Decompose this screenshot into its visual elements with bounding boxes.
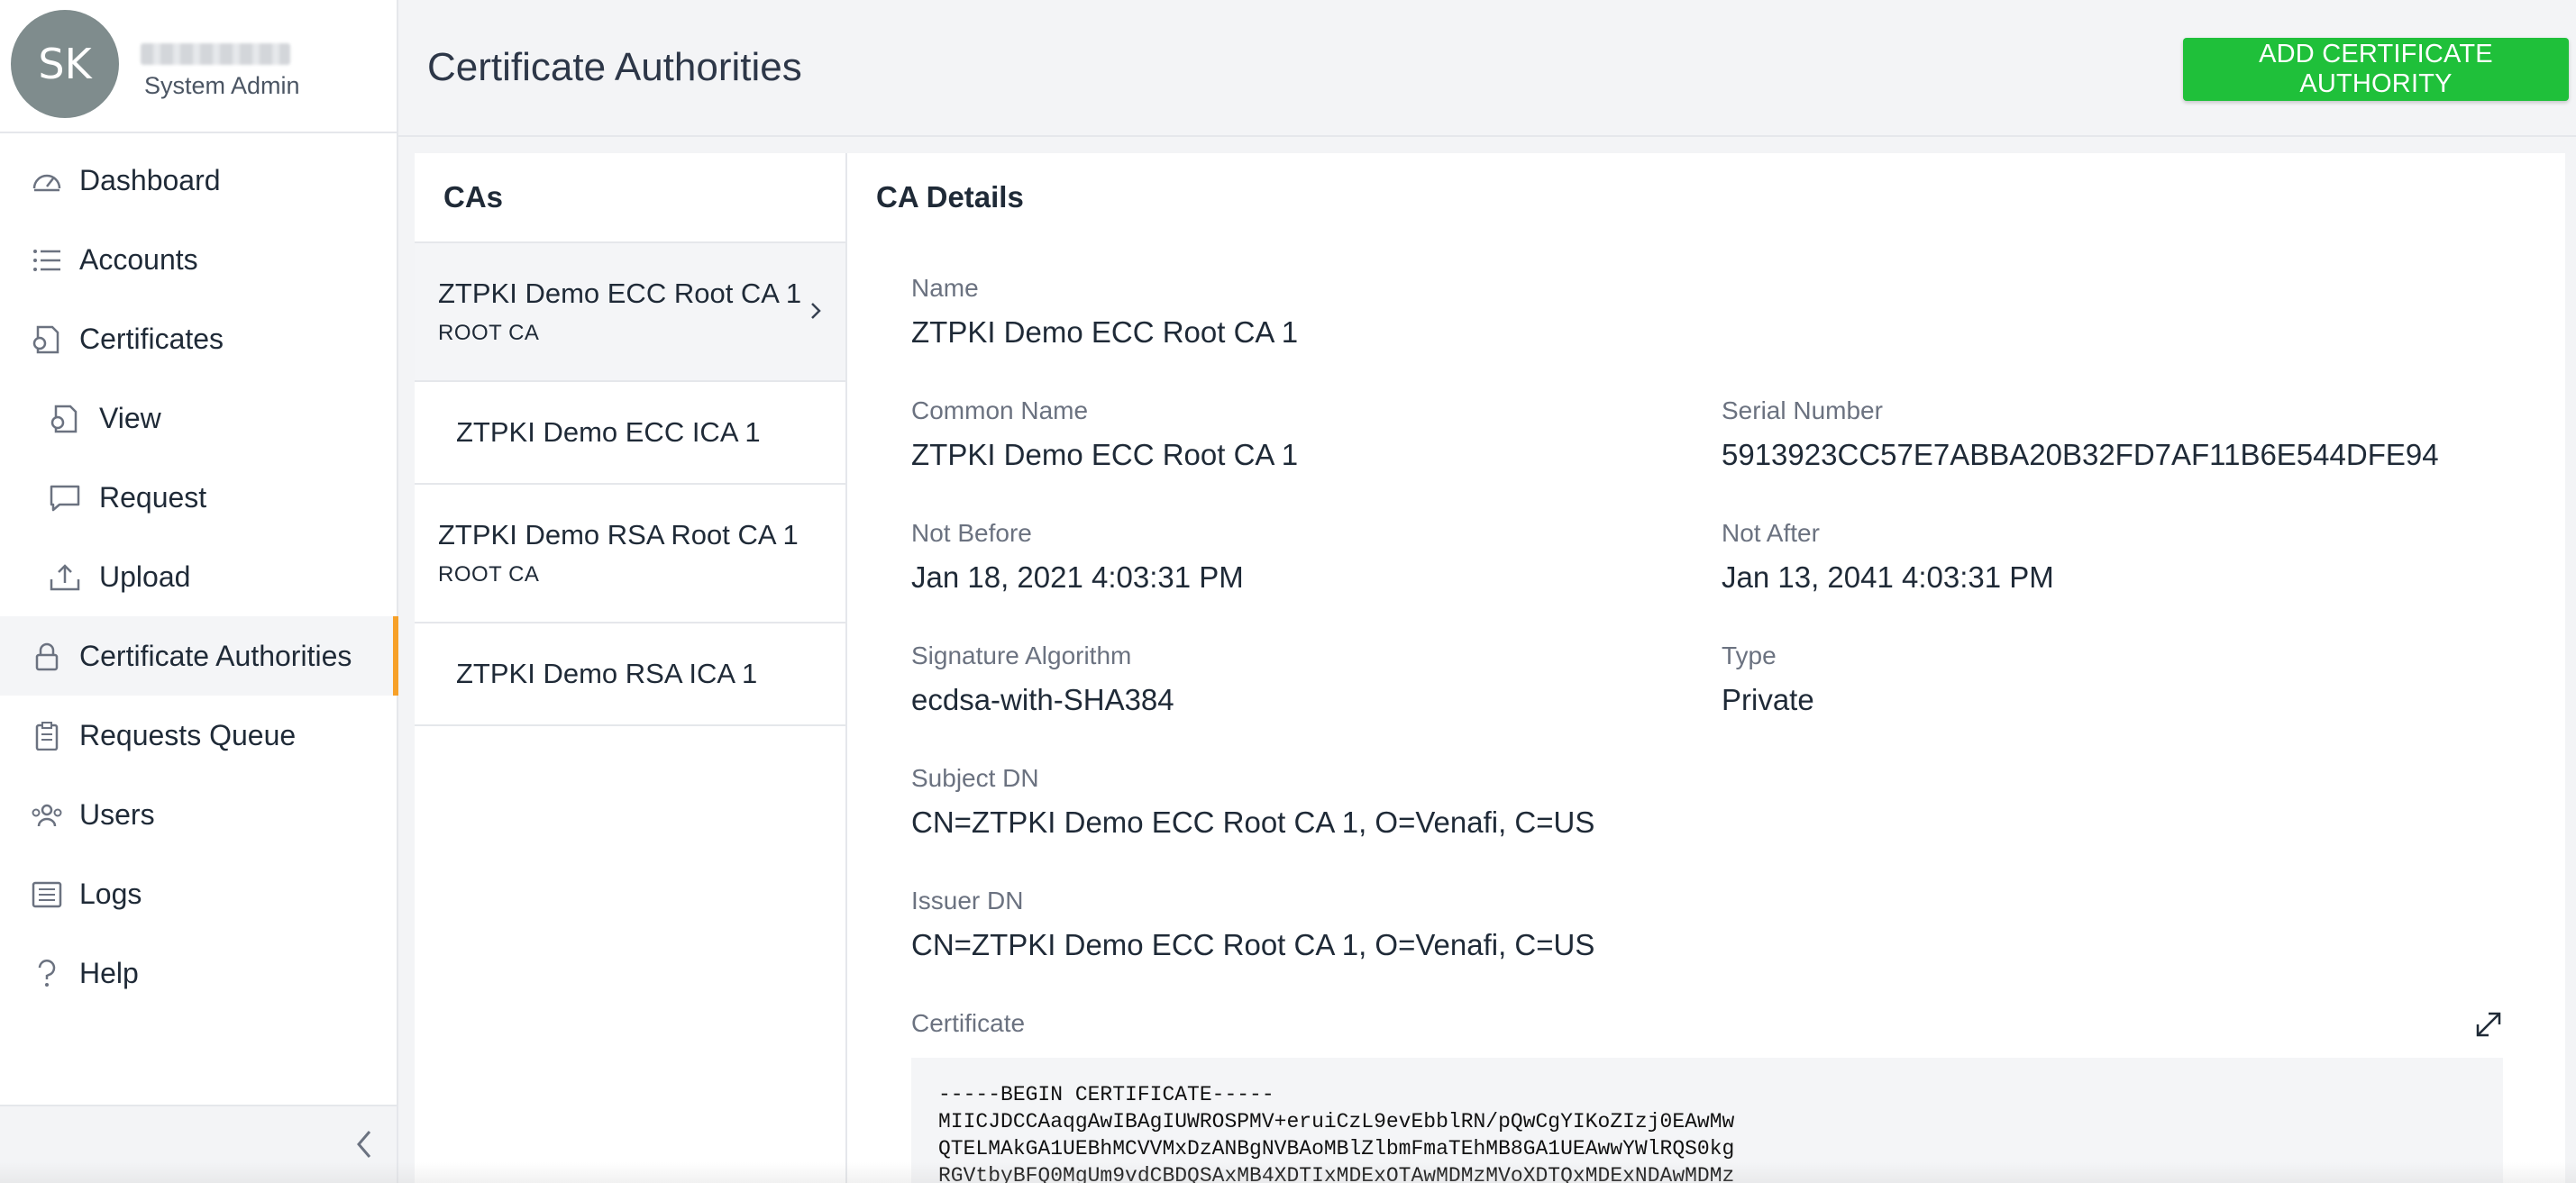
field-label: Certificate [911, 1009, 1026, 1037]
ca-list-item[interactable]: ZTPKI Demo RSA Root CA 1 ROOT CA [415, 485, 845, 623]
ca-list-item[interactable]: ZTPKI Demo RSA ICA 1 [415, 623, 845, 726]
field-serial-number: Serial Number 5913923CC57E7ABBA20B32FD7A… [1722, 396, 2439, 472]
chevron-right-icon [808, 299, 823, 323]
sidebar-item-label: Requests Queue [79, 718, 297, 751]
sidebar-item-accounts[interactable]: Accounts [0, 220, 397, 299]
field-value: ZTPKI Demo ECC Root CA 1 [911, 438, 1299, 471]
field-value: Jan 18, 2021 4:03:31 PM [911, 560, 1244, 594]
user-profile[interactable]: SK System Admin [0, 0, 397, 133]
sidebar-item-requests-queue[interactable]: Requests Queue [0, 696, 397, 775]
certificate-pem-box[interactable]: -----BEGIN CERTIFICATE----- MIICJDCCAaqg… [911, 1058, 2503, 1183]
field-label: Not Before [911, 519, 1032, 547]
users-icon [31, 801, 63, 830]
ca-name: ZTPKI Demo ECC ICA 1 [456, 416, 761, 448]
field-value: ecdsa-with-SHA384 [911, 683, 1174, 716]
sidebar-item-request[interactable]: Request [0, 458, 397, 537]
sidebar-item-label: Certificate Authorities [79, 639, 352, 672]
help-icon [31, 960, 63, 988]
sidebar-item-upload[interactable]: Upload [0, 537, 397, 616]
field-not-before: Not Before Jan 18, 2021 4:03:31 PM [911, 519, 1244, 595]
field-type: Type Private [1722, 642, 1814, 717]
field-common-name: Common Name ZTPKI Demo ECC Root CA 1 [911, 396, 1298, 472]
sidebar-item-label: Request [99, 480, 207, 514]
field-label: Common Name [911, 396, 1089, 424]
certificate-line: MIICJDCCAaqgAwIBAgIUWROSPMV+eruiCzL9evEb… [938, 1110, 1735, 1133]
lock-icon [31, 642, 63, 671]
field-value: ZTPKI Demo ECC Root CA 1 [911, 315, 1299, 349]
sidebar-item-label: Upload [99, 560, 191, 593]
sidebar-item-label: Help [79, 956, 139, 989]
ca-name: ZTPKI Demo RSA Root CA 1 [438, 519, 799, 551]
upload-icon [49, 563, 81, 592]
sidebar-item-label: Certificates [79, 322, 224, 355]
field-label: Type [1722, 642, 1777, 669]
certificate-line: -----BEGIN CERTIFICATE----- [938, 1083, 1274, 1106]
sidebar-item-dashboard[interactable]: Dashboard [0, 141, 397, 220]
field-label: Signature Algorithm [911, 642, 1132, 669]
user-name-redacted [141, 43, 290, 65]
ca-list-item[interactable]: ZTPKI Demo ECC Root CA 1 ROOT CA [415, 243, 845, 382]
certificate-line: RGVtbyBFQ0MgUm9vdCBDQSAxMB4XDTIxMDExOTAw… [938, 1164, 1735, 1183]
sidebar-item-logs[interactable]: Logs [0, 854, 397, 933]
add-certificate-authority-button[interactable]: ADD CERTIFICATE AUTHORITY [2183, 38, 2569, 101]
field-name: Name ZTPKI Demo ECC Root CA 1 [911, 274, 1298, 350]
chat-bubble-icon [49, 484, 81, 513]
field-value: 5913923CC57E7ABBA20B32FD7AF11B6E544DFE94 [1722, 438, 2439, 471]
sidebar-item-label: Users [79, 797, 155, 831]
field-not-after: Not After Jan 13, 2041 4:03:31 PM [1722, 519, 2054, 595]
page-header: Certificate Authorities ADD CERTIFICATE … [398, 0, 2576, 137]
field-label: Not After [1722, 519, 1820, 547]
field-label: Serial Number [1722, 396, 1883, 424]
user-role: System Admin [144, 72, 300, 99]
sidebar-item-certificate-authorities[interactable]: Certificate Authorities [0, 616, 398, 696]
field-subject-dn: Subject DN CN=ZTPKI Demo ECC Root CA 1, … [911, 764, 1594, 840]
ca-list-item[interactable]: ZTPKI Demo ECC ICA 1 [415, 382, 845, 485]
field-label: Name [911, 274, 979, 302]
field-label: Subject DN [911, 764, 1039, 792]
logs-icon [31, 880, 63, 909]
sidebar-footer [0, 1105, 397, 1183]
sidebar-item-certificates[interactable]: Certificates [0, 299, 397, 378]
ca-list-panel: CAs ZTPKI Demo ECC Root CA 1 ROOT CA ZTP… [415, 153, 847, 1183]
field-value: CN=ZTPKI Demo ECC Root CA 1, O=Venafi, C… [911, 805, 1595, 839]
field-value: Jan 13, 2041 4:03:31 PM [1722, 560, 2054, 594]
page-title: Certificate Authorities [427, 45, 802, 89]
field-label: Issuer DN [911, 887, 1024, 915]
field-issuer-dn: Issuer DN CN=ZTPKI Demo ECC Root CA 1, O… [911, 887, 1594, 962]
ca-name: ZTPKI Demo ECC Root CA 1 [438, 278, 802, 309]
ca-list-heading: CAs [415, 153, 845, 243]
sidebar-item-label: Accounts [79, 242, 198, 276]
ca-details-panel: CA Details Name ZTPKI Demo ECC Root CA 1… [847, 153, 2565, 1183]
clipboard-icon [31, 722, 63, 751]
field-value: CN=ZTPKI Demo ECC Root CA 1, O=Venafi, C… [911, 928, 1595, 961]
expand-icon[interactable] [2473, 1009, 2504, 1040]
collapse-sidebar-chevron-left-icon[interactable] [352, 1126, 379, 1162]
sidebar-item-users[interactable]: Users [0, 775, 397, 854]
certificate-icon [31, 325, 63, 354]
sidebar-item-label: View [99, 401, 161, 434]
dashboard-icon [31, 167, 63, 196]
sidebar: SK System Admin Dashboard Accounts Certi… [0, 0, 398, 1183]
ca-details-heading: CA Details [876, 180, 1024, 214]
avatar[interactable]: SK [11, 10, 119, 118]
field-signature-algorithm: Signature Algorithm ecdsa-with-SHA384 [911, 642, 1174, 717]
sidebar-item-help[interactable]: Help [0, 933, 397, 1013]
ca-type-tag: ROOT CA [438, 562, 540, 587]
sidebar-item-view[interactable]: View [0, 378, 397, 458]
view-certificate-icon [49, 405, 81, 433]
certificate-line: QTELMAkGA1UEBhMCVVMxDzANBgNVBAoMBlZlbmFm… [938, 1137, 1735, 1160]
sidebar-item-label: Logs [79, 877, 142, 910]
ca-type-tag: ROOT CA [438, 321, 540, 345]
field-certificate: Certificate [911, 1009, 1025, 1038]
list-icon [31, 246, 63, 275]
ca-name: ZTPKI Demo RSA ICA 1 [456, 658, 758, 689]
sidebar-item-label: Dashboard [79, 163, 221, 196]
field-value: Private [1722, 683, 1814, 716]
sidebar-nav: Dashboard Accounts Certificates View Req… [0, 141, 398, 1013]
